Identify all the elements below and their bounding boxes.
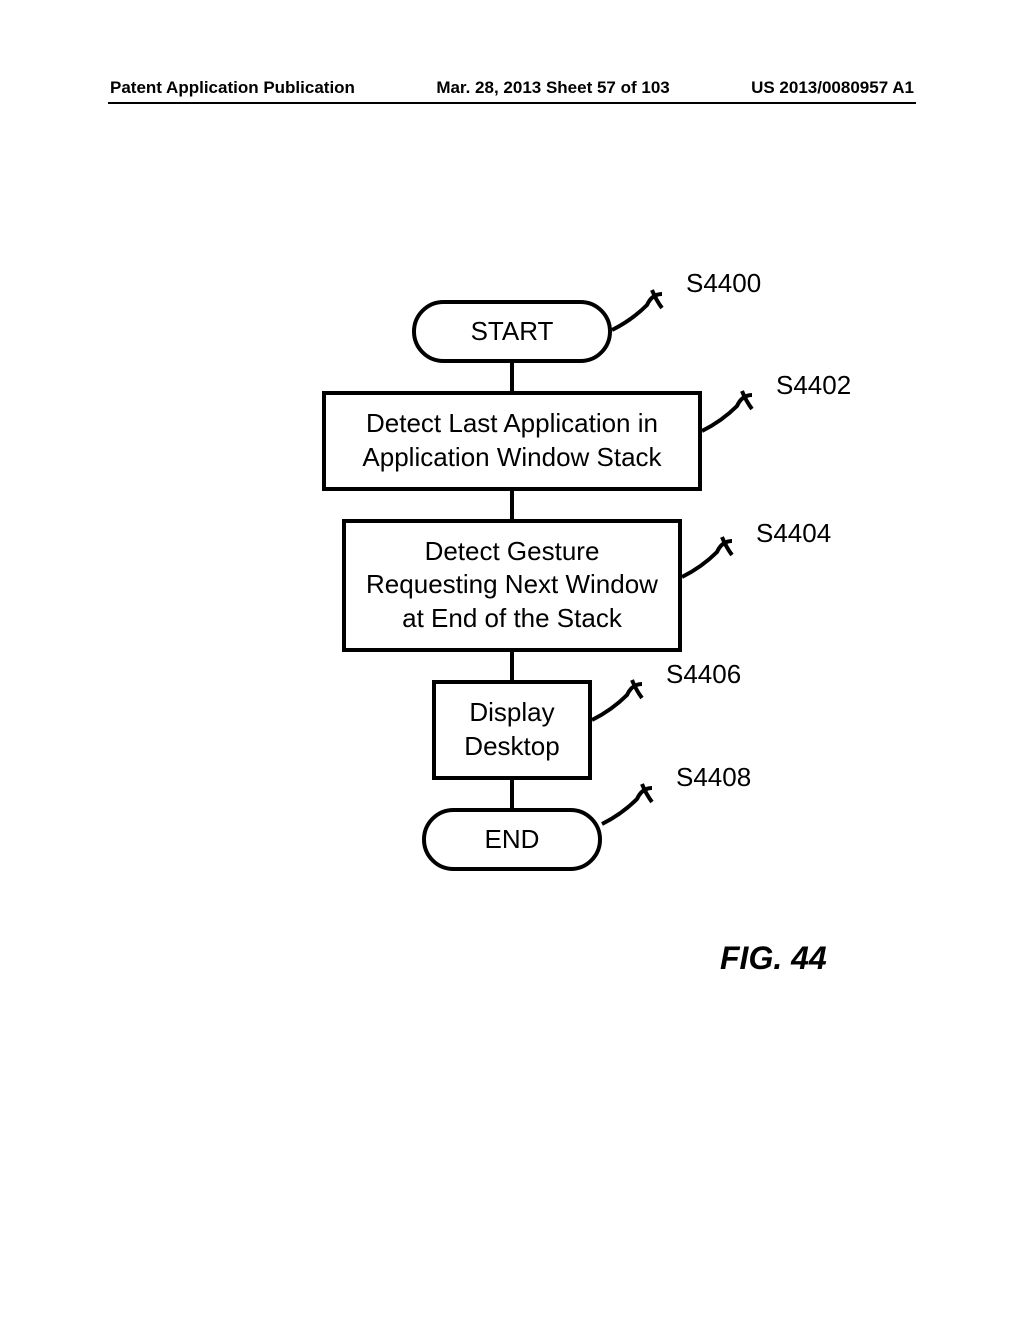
connector-line — [510, 491, 514, 519]
step2-label: Detect Gesture Requesting Next Window at… — [366, 536, 658, 634]
header-center: Mar. 28, 2013 Sheet 57 of 103 — [436, 78, 669, 98]
step1-process: Detect Last Application in Application W… — [322, 391, 702, 491]
connector-line — [510, 363, 514, 391]
callout-line-icon — [602, 784, 672, 834]
step3-ref: S4406 — [666, 658, 741, 692]
header-left: Patent Application Publication — [110, 78, 355, 98]
step3-process: Display Desktop S4406 — [432, 680, 592, 780]
end-label: END — [485, 824, 540, 854]
callout-line-icon — [702, 391, 772, 441]
connector-line — [510, 780, 514, 808]
page-header: Patent Application Publication Mar. 28, … — [0, 78, 1024, 98]
start-label: START — [471, 316, 554, 346]
callout-line-icon — [612, 290, 682, 340]
header-right: US 2013/0080957 A1 — [751, 78, 914, 98]
callout-line-icon — [682, 537, 752, 587]
flowchart-diagram: START S4400 Detect Last Application in A… — [0, 300, 1024, 871]
end-ref: S4408 — [676, 762, 751, 793]
step3-label: Display Desktop — [464, 697, 559, 761]
callout-line-icon — [592, 680, 662, 730]
connector-line — [510, 652, 514, 680]
header-divider — [108, 102, 916, 104]
step1-label: Detect Last Application in Application W… — [362, 408, 661, 472]
step2-process: Detect Gesture Requesting Next Window at… — [342, 519, 682, 652]
start-ref: S4400 — [686, 268, 761, 299]
step2-ref: S4404 — [756, 517, 831, 551]
start-terminal: START S4400 — [412, 300, 612, 363]
end-terminal: END S4408 — [422, 808, 602, 871]
step1-ref: S4402 — [776, 369, 851, 403]
figure-label: FIG. 44 — [720, 940, 827, 977]
